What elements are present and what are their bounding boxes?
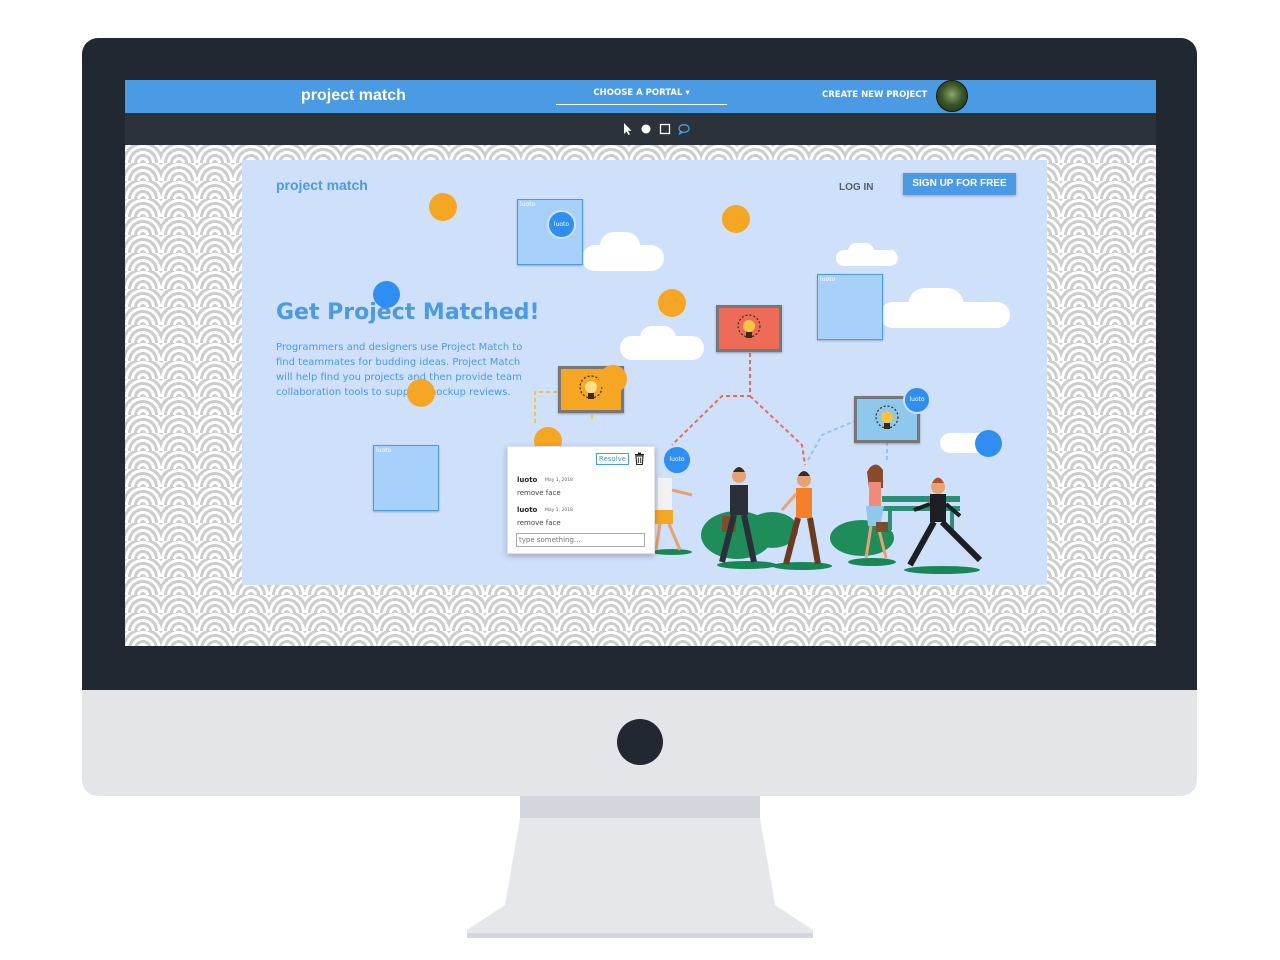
comment-popup: Resolve luoto May 1, 2018 remove face lu…	[507, 446, 655, 554]
annotation-marker-orange[interactable]	[722, 205, 750, 233]
annotation-toolbar	[125, 113, 1156, 145]
lightbulb-icon	[737, 314, 761, 338]
user-marker[interactable]: luoto	[903, 386, 931, 414]
annotation-note[interactable]: luoto	[817, 274, 883, 340]
annotation-marker-orange[interactable]	[429, 193, 457, 221]
comment-input[interactable]: type something...	[516, 533, 645, 547]
desktop-mockup: project match CHOOSE A PORTAL ▾ CREATE N…	[0, 0, 1280, 960]
avatar[interactable]	[936, 80, 968, 112]
annotation-marker-orange[interactable]	[658, 289, 686, 317]
annotation-marker-blue[interactable]	[975, 430, 1002, 457]
note-author: luoto	[820, 276, 836, 283]
annotation-marker-orange[interactable]	[407, 379, 435, 407]
comment-date: May 1, 2018	[545, 508, 573, 513]
trash-icon[interactable]	[634, 452, 645, 465]
annotation-marker-blue[interactable]	[373, 281, 400, 308]
annotation-note[interactable]: luoto	[373, 445, 439, 511]
top-navbar: project match CHOOSE A PORTAL ▾ CREATE N…	[125, 80, 1156, 113]
note-author: luoto	[376, 447, 392, 454]
comment-text: remove face	[517, 519, 561, 527]
comment-date: May 1, 2018	[545, 478, 573, 483]
create-project-link[interactable]: CREATE NEW PROJECT	[822, 90, 927, 100]
comment-author: luoto	[517, 476, 538, 484]
app-logo[interactable]: project match	[301, 87, 406, 105]
idea-frame-red	[716, 305, 782, 352]
annotation-marker-orange[interactable]	[599, 365, 627, 393]
square-icon[interactable]	[658, 122, 672, 136]
user-marker[interactable]: luoto	[662, 445, 692, 475]
mockup-page[interactable]: project match LOG IN SIGN UP FOR FREE Ge…	[242, 160, 1047, 585]
comment-text: remove face	[517, 489, 561, 497]
choose-portal-dropdown[interactable]: CHOOSE A PORTAL ▾	[556, 87, 727, 105]
app-screen: project match CHOOSE A PORTAL ▾ CREATE N…	[125, 80, 1156, 646]
circle-icon[interactable]	[639, 122, 653, 136]
comment-icon[interactable]	[677, 122, 691, 136]
user-marker[interactable]: luoto	[547, 210, 576, 239]
resolve-button[interactable]: Resolve	[596, 453, 629, 465]
comment-author: luoto	[517, 506, 538, 514]
note-author: luoto	[520, 201, 536, 208]
pointer-icon[interactable]	[620, 122, 634, 136]
